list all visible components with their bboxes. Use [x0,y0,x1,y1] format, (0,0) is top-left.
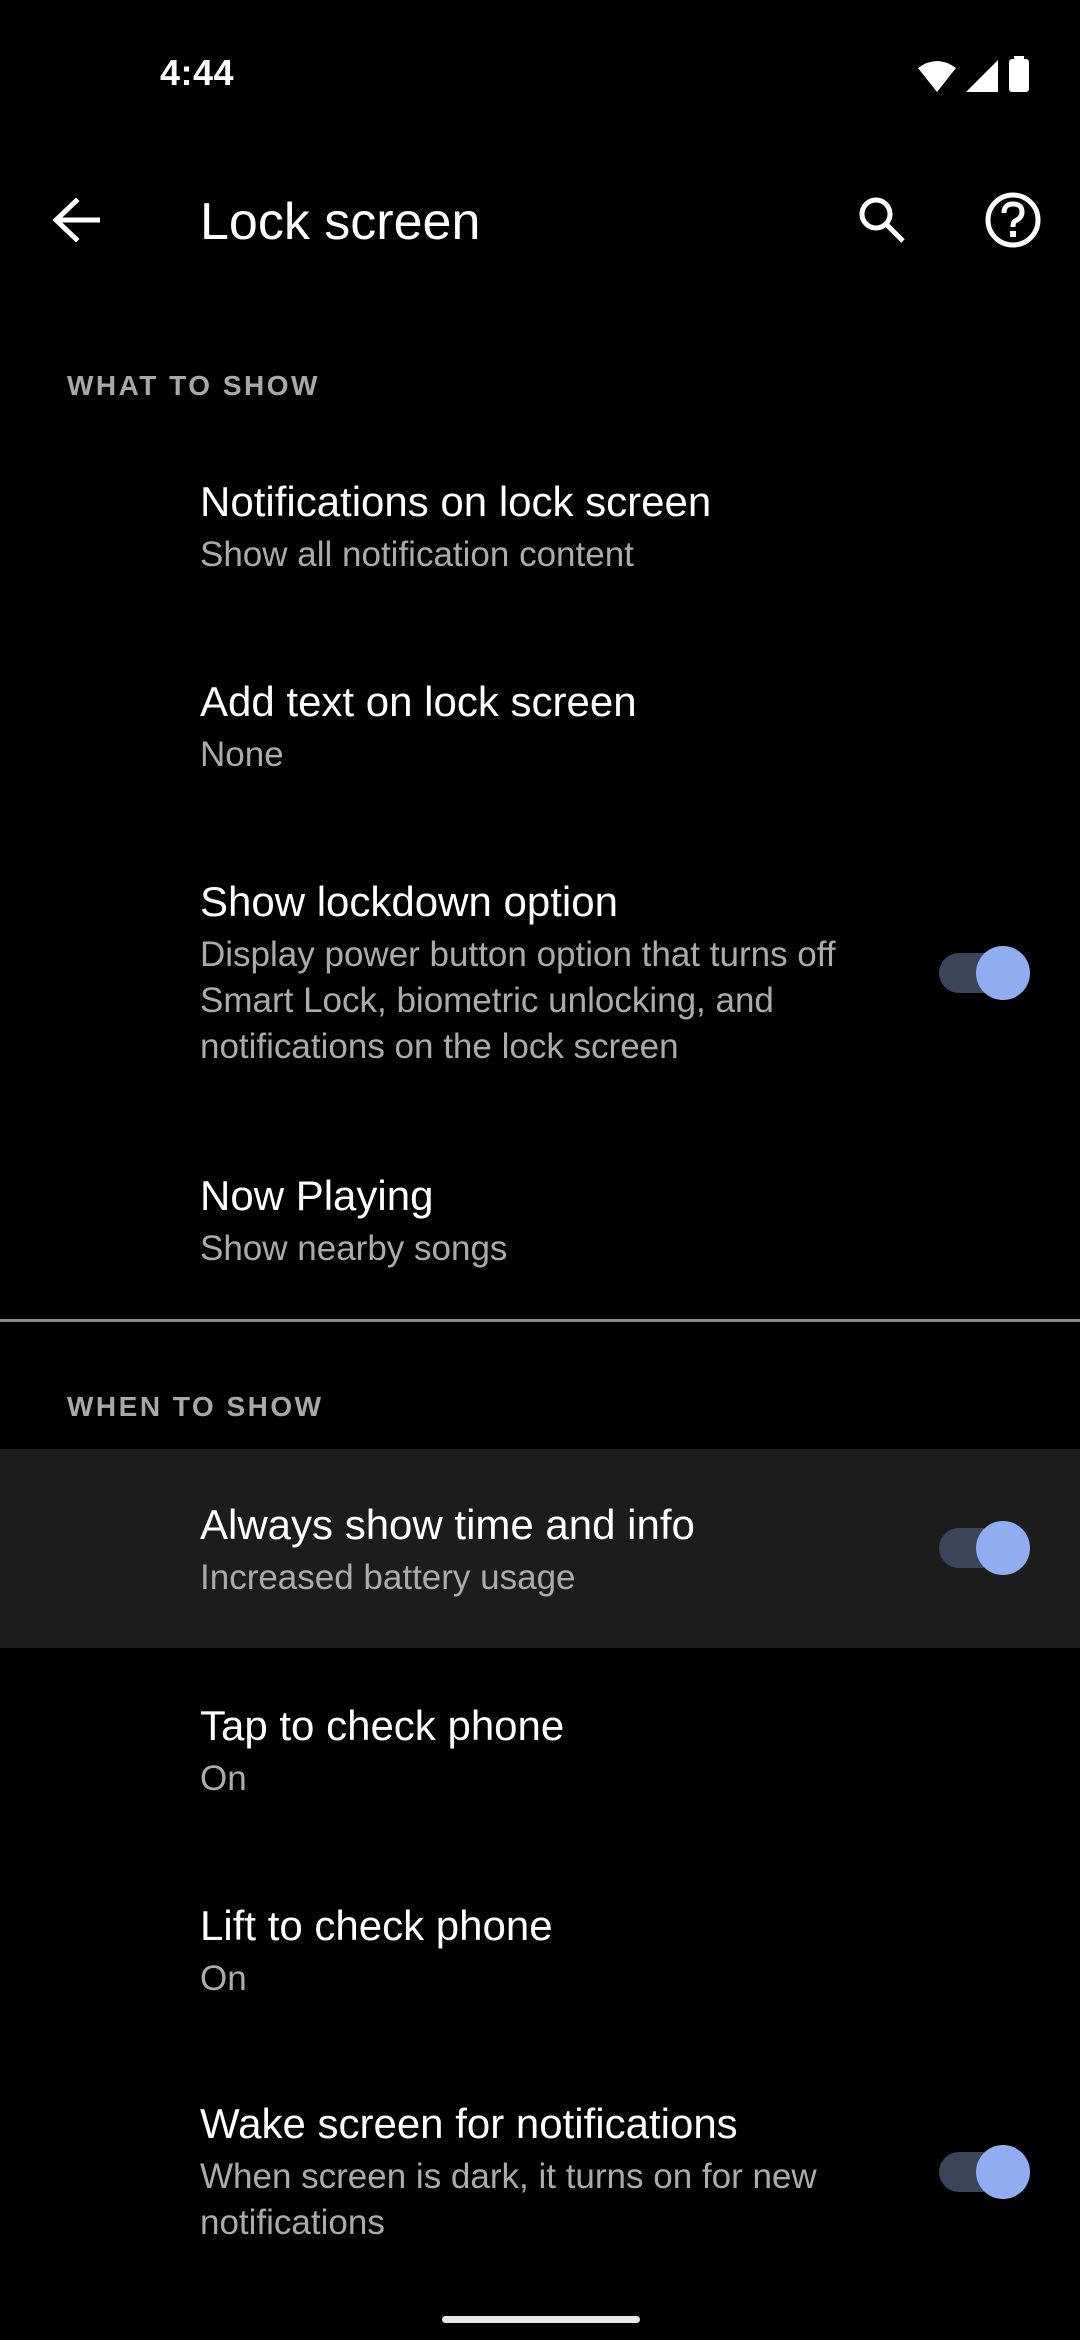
setting-summary: Display power button option that turns o… [200,935,836,1066]
setting-title: Wake screen for notifications [200,2100,738,2147]
section-divider [0,1319,1080,1322]
setting-wake-screen-for-notifications[interactable]: Wake screen for notifications When scree… [0,2048,1080,2298]
setting-title: Show lockdown option [200,878,618,925]
setting-summary: Show all notification content [200,535,634,574]
search-icon [856,194,908,251]
wifi-icon [918,60,956,97]
setting-title: Add text on lock screen [200,678,637,725]
setting-show-lockdown-option[interactable]: Show lockdown option Display power butto… [0,840,1080,1130]
page-title: Lock screen [200,193,481,251]
section-header-what-to-show: WHAT TO SHOW [67,370,320,401]
setting-tap-to-check-phone[interactable]: Tap to check phone On [0,1648,1080,1848]
arrow-back-icon [52,196,101,247]
setting-lift-to-check-phone[interactable]: Lift to check phone On [0,1848,1080,2048]
setting-summary: Show nearby songs [200,1229,508,1268]
setting-title: Always show time and info [200,1501,695,1548]
toggle-thumb [976,946,1030,1000]
setting-summary: When screen is dark, it turns on for new… [200,2157,817,2242]
wake-screen-toggle[interactable] [934,2142,1030,2202]
setting-always-show-time-and-info[interactable]: Always show time and info Increased batt… [0,1449,1080,1648]
battery-icon [1008,56,1030,97]
help-icon [984,191,1042,254]
setting-summary: None [200,735,284,774]
always-show-time-toggle[interactable] [934,1518,1030,1578]
status-bar-icons [918,56,1030,97]
setting-title: Tap to check phone [200,1702,565,1749]
setting-title: Now Playing [200,1172,434,1219]
lockdown-option-toggle[interactable] [934,943,1030,1003]
setting-title: Notifications on lock screen [200,478,712,525]
setting-summary: On [200,1759,247,1798]
setting-notifications-on-lock-screen[interactable]: Notifications on lock screen Show all no… [0,440,1080,640]
cell-signal-icon [966,60,998,97]
section-header-when-to-show: WHEN TO SHOW [67,1391,324,1422]
setting-summary: On [200,1959,247,1998]
home-gesture-bar[interactable] [442,2316,640,2323]
status-bar-time: 4:44 [160,52,235,93]
help-button[interactable] [973,182,1053,262]
search-button[interactable] [842,182,922,262]
back-button[interactable] [36,182,116,262]
toggle-thumb [976,2145,1030,2199]
setting-title: Lift to check phone [200,1902,553,1949]
setting-now-playing[interactable]: Now Playing Show nearby songs [0,1130,1080,1318]
setting-add-text-on-lock-screen[interactable]: Add text on lock screen None [0,640,1080,840]
setting-summary: Increased battery usage [200,1558,576,1597]
toggle-thumb [976,1521,1030,1575]
